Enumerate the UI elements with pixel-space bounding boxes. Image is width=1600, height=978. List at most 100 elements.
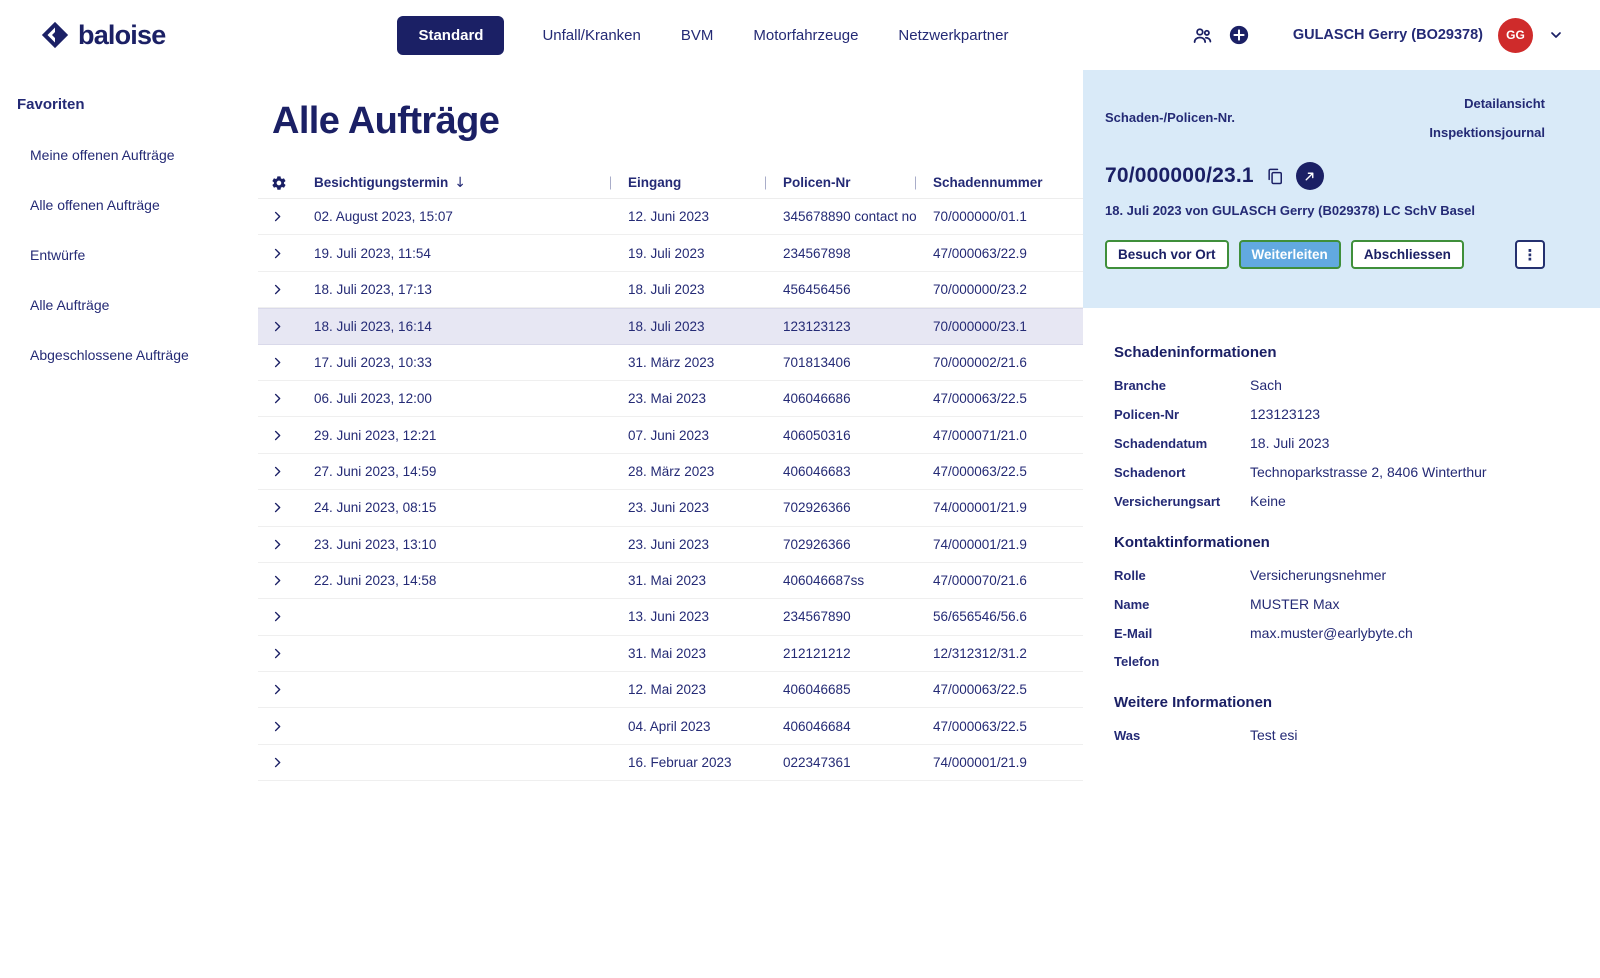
more-options-icon[interactable]: ⋮ xyxy=(1515,240,1545,269)
claim-subtitle: 18. Juli 2023 von GULASCH Gerry (B029378… xyxy=(1105,203,1545,218)
info-row: Schadenort Technoparkstrasse 2, 8406 Win… xyxy=(1114,464,1560,480)
sidebar-item[interactable]: Alle Aufträge xyxy=(17,297,230,313)
table-row[interactable]: 12. Mai 2023 406046685 47/000063/22.5 xyxy=(258,672,1083,708)
avatar[interactable]: GG xyxy=(1498,18,1533,53)
info-label: Versicherungsart xyxy=(1114,494,1250,509)
plus-circle-icon[interactable] xyxy=(1228,24,1250,46)
table-row[interactable]: 04. April 2023 406046684 47/000063/22.5 xyxy=(258,708,1083,744)
cell-eingang: 28. März 2023 xyxy=(628,464,783,479)
row-chevron-icon[interactable] xyxy=(271,465,284,478)
table-row[interactable]: 06. Juli 2023, 12:00 23. Mai 2023 406046… xyxy=(258,381,1083,417)
chevron-down-icon[interactable] xyxy=(1548,27,1564,43)
nav-tab[interactable]: BVM xyxy=(679,17,716,54)
row-chevron-icon[interactable] xyxy=(271,647,284,660)
col-policen-nr[interactable]: Policen-Nr xyxy=(783,175,933,190)
cell-eingang: 31. Mai 2023 xyxy=(628,646,783,661)
claim-actions: Besuch vor Ort Weiterleiten Abschliessen… xyxy=(1105,240,1545,269)
info-row: Telefon xyxy=(1114,654,1560,669)
cell-eingang: 19. Juli 2023 xyxy=(628,246,783,261)
sort-desc-icon[interactable]: ↓ xyxy=(454,175,466,191)
cell-schadennummer: 70/000002/21.6 xyxy=(933,355,1083,370)
cell-policen-nr: 406046687ss xyxy=(783,573,933,588)
sidebar-item[interactable]: Abgeschlossene Aufträge xyxy=(17,347,230,363)
baloise-logo[interactable]: baloise xyxy=(40,20,165,51)
panel-link[interactable]: Detailansicht xyxy=(1464,96,1545,111)
table-row[interactable]: 19. Juli 2023, 11:54 19. Juli 2023 23456… xyxy=(258,235,1083,271)
table-row[interactable]: 24. Juni 2023, 08:15 23. Juni 2023 70292… xyxy=(258,490,1083,526)
info-label: Was xyxy=(1114,728,1250,743)
info-row: Name MUSTER Max xyxy=(1114,596,1560,612)
row-chevron-icon[interactable] xyxy=(271,683,284,696)
nav-tab[interactable]: Motorfahrzeuge xyxy=(751,17,860,54)
info-row: Branche Sach xyxy=(1114,377,1560,393)
row-chevron-icon[interactable] xyxy=(271,283,284,296)
table-row[interactable]: 29. Juni 2023, 12:21 07. Juni 2023 40605… xyxy=(258,417,1083,453)
table-row[interactable]: 23. Juni 2023, 13:10 23. Juni 2023 70292… xyxy=(258,527,1083,563)
cell-policen-nr: 406046684 xyxy=(783,719,933,734)
row-expand-cell xyxy=(258,756,314,769)
info-section: Schadeninformationen Branche Sach Police… xyxy=(1114,344,1560,509)
nav-tab[interactable]: Netzwerkpartner xyxy=(896,17,1010,54)
info-row: Rolle Versicherungsnehmer xyxy=(1114,567,1560,583)
table-row[interactable]: 17. Juli 2023, 10:33 31. März 2023 70181… xyxy=(258,345,1083,381)
row-chevron-icon[interactable] xyxy=(271,356,284,369)
table-row[interactable]: 13. Juni 2023 234567890 56/656546/56.6 xyxy=(258,599,1083,635)
row-chevron-icon[interactable] xyxy=(271,501,284,514)
nav-tab[interactable]: Standard xyxy=(397,16,504,55)
table-settings-icon[interactable] xyxy=(258,175,314,191)
action-button[interactable]: Abschliessen xyxy=(1351,240,1464,269)
row-chevron-icon[interactable] xyxy=(271,756,284,769)
users-icon[interactable] xyxy=(1192,25,1213,46)
cell-besichtigungstermin: 27. Juni 2023, 14:59 xyxy=(314,464,628,479)
sidebar-item[interactable]: Alle offenen Aufträge xyxy=(17,197,230,213)
row-chevron-icon[interactable] xyxy=(271,610,284,623)
send-icon[interactable] xyxy=(1296,162,1324,190)
topbar: baloise Standard Unfall/Kranken BVM Moto… xyxy=(0,0,1600,70)
row-chevron-icon[interactable] xyxy=(271,210,284,223)
sidebar-item[interactable]: Entwürfe xyxy=(17,247,230,263)
row-chevron-icon[interactable] xyxy=(271,247,284,260)
table-row[interactable]: 02. August 2023, 15:07 12. Juni 2023 345… xyxy=(258,199,1083,235)
action-button[interactable]: Weiterleiten xyxy=(1239,240,1341,269)
claim-number: 70/000000/23.1 xyxy=(1105,164,1254,188)
cell-eingang: 18. Juli 2023 xyxy=(628,319,783,334)
row-chevron-icon[interactable] xyxy=(271,320,284,333)
info-label: E-Mail xyxy=(1114,626,1250,641)
cell-schadennummer: 47/000071/21.0 xyxy=(933,428,1083,443)
row-chevron-icon[interactable] xyxy=(271,392,284,405)
col-schadennummer[interactable]: Schadennummer xyxy=(933,175,1083,190)
table-row[interactable]: 31. Mai 2023 212121212 12/312312/31.2 xyxy=(258,636,1083,672)
baloise-diamond-icon xyxy=(40,20,70,50)
row-chevron-icon[interactable] xyxy=(271,720,284,733)
table-row[interactable]: 22. Juni 2023, 14:58 31. Mai 2023 406046… xyxy=(258,563,1083,599)
sidebar-item[interactable]: Meine offenen Aufträge xyxy=(17,147,230,163)
panel-link[interactable]: Inspektionsjournal xyxy=(1429,125,1545,140)
cell-policen-nr: 022347361 xyxy=(783,755,933,770)
info-label: Schadendatum xyxy=(1114,436,1250,451)
cell-eingang: 31. Mai 2023 xyxy=(628,573,783,588)
row-chevron-icon[interactable] xyxy=(271,574,284,587)
col-label: Eingang xyxy=(628,175,681,190)
row-expand-cell xyxy=(258,283,314,296)
cell-besichtigungstermin: 19. Juli 2023, 11:54 xyxy=(314,246,628,261)
info-value: Sach xyxy=(1250,377,1282,393)
action-button[interactable]: Besuch vor Ort xyxy=(1105,240,1229,269)
col-besichtigungstermin[interactable]: Besichtigungstermin ↓ xyxy=(314,175,628,191)
table-row[interactable]: 27. Juni 2023, 14:59 28. März 2023 40604… xyxy=(258,454,1083,490)
cell-eingang: 13. Juni 2023 xyxy=(628,609,783,624)
table-row[interactable]: 16. Februar 2023 022347361 74/000001/21.… xyxy=(258,745,1083,781)
table-row[interactable]: 18. Juli 2023, 17:13 18. Juli 2023 45645… xyxy=(258,272,1083,308)
cell-besichtigungstermin: 22. Juni 2023, 14:58 xyxy=(314,573,628,588)
col-eingang[interactable]: Eingang xyxy=(628,175,783,190)
cell-eingang: 12. Mai 2023 xyxy=(628,682,783,697)
nav-tab[interactable]: Unfall/Kranken xyxy=(540,17,642,54)
orders-table: Besichtigungstermin ↓ Eingang Policen-Nr… xyxy=(258,167,1083,781)
table-row[interactable]: 18. Juli 2023, 16:14 18. Juli 2023 12312… xyxy=(258,308,1083,344)
info-row: Versicherungsart Keine xyxy=(1114,493,1560,509)
copy-icon[interactable] xyxy=(1265,166,1285,186)
row-chevron-icon[interactable] xyxy=(271,429,284,442)
topbar-right: GULASCH Gerry (BO29378) GG xyxy=(1192,18,1564,53)
row-chevron-icon[interactable] xyxy=(271,538,284,551)
cell-schadennummer: 12/312312/31.2 xyxy=(933,646,1083,661)
cell-schadennummer: 74/000001/21.9 xyxy=(933,537,1083,552)
